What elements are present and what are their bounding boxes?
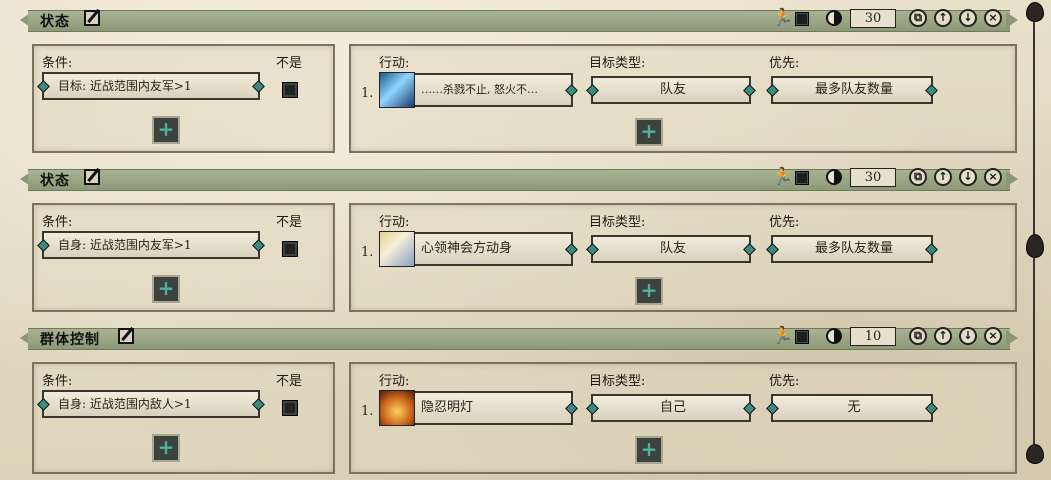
section-title: 群体控制 [40,332,100,348]
arrow-down-icon[interactable]: ↓ [959,327,977,345]
close-icon[interactable]: × [984,327,1002,345]
priority-dropdown[interactable]: 最多队友数量 [771,235,933,263]
action-label: 行动: [379,215,410,230]
cooldown-value[interactable]: 30 [850,168,896,187]
scrollbar[interactable] [1026,0,1044,480]
add-action-button[interactable]: + [635,118,663,146]
not-checkbox[interactable] [282,400,298,416]
arrow-up-icon[interactable]: ↑ [934,9,952,27]
skill-icon[interactable] [379,390,415,426]
not-checkbox[interactable] [282,82,298,98]
priority-value: 无 [847,400,861,415]
edit-icon[interactable] [84,169,100,185]
action-dropdown[interactable]: 隐忍明灯 [415,391,573,425]
scroll-top-ornament [1026,2,1044,22]
action-index: 1. [361,245,374,260]
target-type-label: 目标类型: [589,215,646,230]
action-name: 心领神会方动身 [421,241,513,256]
action-index: 1. [361,86,374,101]
action-panel: 行动: 目标类型: 优先: 1. 隐忍明灯 自己 无 + [349,362,1017,474]
arrow-up-icon[interactable]: ↑ [934,327,952,345]
priority-dropdown[interactable]: 无 [771,394,933,422]
add-action-button[interactable]: + [635,277,663,305]
edit-icon[interactable] [118,328,134,344]
add-action-button[interactable]: + [635,436,663,464]
target-type-value: 队友 [659,241,686,256]
edit-icon[interactable] [84,10,100,26]
section-header: 状态 🏃 30 ⧉ ↑ ↓ × [20,8,1018,32]
scroll-bottom-ornament [1026,444,1044,464]
priority-label: 优先: [769,374,800,389]
cooldown-moon-icon [826,169,842,185]
toggle-square-icon[interactable] [795,171,809,185]
cooldown-value[interactable]: 10 [850,327,896,346]
target-type-label: 目标类型: [589,374,646,389]
action-panel: 行动: 目标类型: 优先: 1. 心领神会方动身 队友 最多队友数量 + [349,203,1017,312]
target-type-label: 目标类型: [589,56,646,71]
scrollbar-thumb[interactable] [1026,234,1044,258]
skill-icon[interactable] [379,72,415,108]
priority-value: 最多队友数量 [814,82,893,97]
copy-icon[interactable]: ⧉ [909,327,927,345]
action-dropdown[interactable]: 心领神会方动身 [415,232,573,266]
copy-icon[interactable]: ⧉ [909,9,927,27]
run-icon[interactable]: 🏃 [772,9,793,27]
target-type-dropdown[interactable]: 队友 [591,235,751,263]
priority-label: 优先: [769,56,800,71]
skill-icon[interactable] [379,231,415,267]
condition-dropdown[interactable]: 自身: 近战范围内友军>1 [42,231,260,259]
section-header: 状态 🏃 30 ⧉ ↑ ↓ × [20,167,1018,191]
priority-value: 最多队友数量 [814,241,893,256]
cooldown-moon-icon [826,328,842,344]
target-type-dropdown[interactable]: 自己 [591,394,751,422]
condition-panel: 条件: 不是 自身: 近战范围内友军>1 + [32,203,335,312]
action-panel: 行动: 目标类型: 优先: 1. ……杀戮不止, 怒火不… 队友 最多队友数量 … [349,44,1017,153]
target-type-value: 队友 [659,82,686,97]
cooldown-moon-icon [826,10,842,26]
condition-panel: 条件: 不是 目标: 近战范围内友军>1 + [32,44,335,153]
section-title: 状态 [40,14,70,30]
condition-value: 自身: 近战范围内敌人>1 [58,397,192,411]
condition-value: 目标: 近战范围内友军>1 [58,79,192,93]
condition-label: 条件: [42,56,73,71]
not-checkbox[interactable] [282,241,298,257]
condition-label: 条件: [42,374,73,389]
close-icon[interactable]: × [984,168,1002,186]
arrow-down-icon[interactable]: ↓ [959,168,977,186]
action-index: 1. [361,404,374,419]
add-condition-button[interactable]: + [152,434,180,462]
toggle-square-icon[interactable] [795,330,809,344]
condition-dropdown[interactable]: 目标: 近战范围内友军>1 [42,72,260,100]
not-label: 不是 [276,215,303,230]
not-label: 不是 [276,56,303,71]
arrow-up-icon[interactable]: ↑ [934,168,952,186]
condition-label: 条件: [42,215,73,230]
priority-dropdown[interactable]: 最多队友数量 [771,76,933,104]
priority-label: 优先: [769,215,800,230]
cooldown-value[interactable]: 30 [850,9,896,28]
close-icon[interactable]: × [984,9,1002,27]
condition-dropdown[interactable]: 自身: 近战范围内敌人>1 [42,390,260,418]
add-condition-button[interactable]: + [152,275,180,303]
action-label: 行动: [379,56,410,71]
action-dropdown[interactable]: ……杀戮不止, 怒火不… [415,73,573,107]
not-label: 不是 [276,374,303,389]
add-condition-button[interactable]: + [152,116,180,144]
run-icon[interactable]: 🏃 [772,327,793,345]
action-name: 隐忍明灯 [421,400,474,415]
target-type-value: 自己 [659,400,686,415]
section-header: 群体控制 🏃 10 ⧉ ↑ ↓ × [20,326,1018,350]
arrow-down-icon[interactable]: ↓ [959,9,977,27]
section-title: 状态 [40,173,70,189]
toggle-square-icon[interactable] [795,12,809,26]
condition-panel: 条件: 不是 自身: 近战范围内敌人>1 + [32,362,335,474]
run-icon[interactable]: 🏃 [772,168,793,186]
condition-value: 自身: 近战范围内友军>1 [58,238,192,252]
target-type-dropdown[interactable]: 队友 [591,76,751,104]
copy-icon[interactable]: ⧉ [909,168,927,186]
action-name: ……杀戮不止, 怒火不… [421,83,538,96]
action-label: 行动: [379,374,410,389]
